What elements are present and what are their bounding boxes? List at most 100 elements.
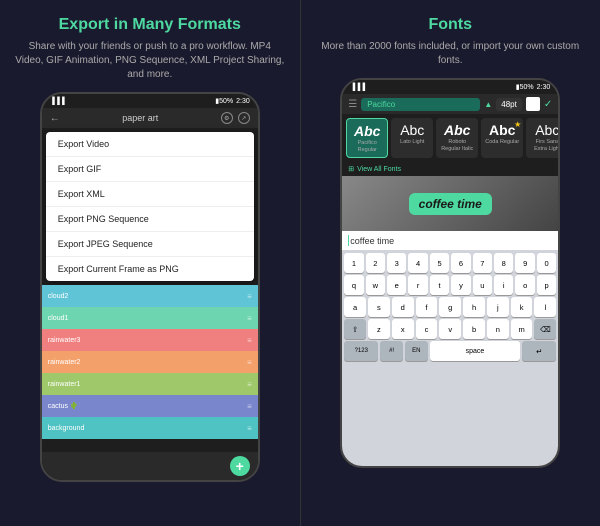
key-6[interactable]: 6 [451,253,470,273]
text-input-area[interactable]: coffee time [342,231,558,250]
layer-rainwater2[interactable]: rainwater2 ≡ [42,351,258,373]
font-up-icon[interactable]: ▲ [484,100,492,109]
key-123[interactable]: ?123 [344,341,378,361]
confirm-icon[interactable]: ✓ [544,99,552,110]
font-label-firs: Firs Sans Extra Light [530,139,558,152]
font-preview-pacifico: Abc [354,123,380,139]
key-w[interactable]: w [366,275,385,295]
font-preview-coda: Abc [489,122,515,138]
key-m[interactable]: m [511,319,533,339]
key-y[interactable]: y [451,275,470,295]
topbar-icons: ⚙ ↗ [221,112,250,124]
font-preview-firs: Abc [535,122,558,138]
add-layer-button[interactable]: + [230,456,250,476]
key-c[interactable]: c [416,319,438,339]
font-card-coda[interactable]: ★ Abc Coda Regular [481,118,523,158]
key-e[interactable]: e [387,275,406,295]
key-r[interactable]: r [408,275,427,295]
export-video[interactable]: Export Video [46,132,254,157]
key-3[interactable]: 3 [387,253,406,273]
export-menu: Export Video Export GIF Export XML Expor… [46,132,254,281]
key-t[interactable]: t [430,275,449,295]
font-topbar: ☰ Pacifico ▲ 48pt ✓ [342,94,558,114]
key-shift[interactable]: ⇧ [344,319,366,339]
key-g[interactable]: g [439,297,461,317]
project-title: paper art [122,113,158,123]
key-x[interactable]: x [392,319,414,339]
right-panel: Fonts More than 2000 fonts included, or … [301,0,600,526]
key-j[interactable]: j [487,297,509,317]
left-status-bar: ▐▐▐ ▮50% 2:30 [42,94,258,108]
key-5[interactable]: 5 [430,253,449,273]
view-all-fonts-label: View All Fonts [357,166,401,173]
layer-cloud1[interactable]: cloud1 ≡ [42,307,258,329]
font-name-display[interactable]: Pacifico [361,98,480,111]
right-time: 2:30 [537,84,551,91]
layer-cactus[interactable]: cactus 🌵 ≡ [42,395,258,417]
export-xml[interactable]: Export XML [46,182,254,207]
right-status-icons: ▮50% 2:30 [516,83,551,91]
font-label-roboto: Roboto Regular Italic [440,139,474,152]
key-1[interactable]: 1 [344,253,363,273]
star-badge: ★ [514,120,521,129]
key-enter[interactable]: ↵ [522,341,556,361]
key-space[interactable]: space [430,341,521,361]
layer-rainwater3[interactable]: rainwater3 ≡ [42,329,258,351]
export-current-frame[interactable]: Export Current Frame as PNG [46,257,254,281]
layer-cloud2[interactable]: cloud2 ≡ [42,285,258,307]
key-s[interactable]: s [368,297,390,317]
preview-area: coffee time [342,176,558,231]
export-gif[interactable]: Export GIF [46,157,254,182]
key-f[interactable]: f [416,297,438,317]
settings-icon[interactable]: ⚙ [221,112,233,124]
key-backspace[interactable]: ⌫ [534,319,556,339]
layer-rainwater1[interactable]: rainwater1 ≡ [42,373,258,395]
key-b[interactable]: b [463,319,485,339]
export-jpeg-seq[interactable]: Export JPEG Sequence [46,232,254,257]
key-q[interactable]: q [344,275,363,295]
key-i[interactable]: i [494,275,513,295]
hamburger-icon[interactable]: ☰ [348,99,357,110]
left-phone-screen: ▐▐▐ ▮50% 2:30 ← paper art ⚙ ↗ Export Vid… [42,94,258,480]
key-l[interactable]: l [534,297,556,317]
font-size-display[interactable]: 48pt [496,98,522,111]
grid-icon: ⊞ [348,165,354,173]
layers-section: cloud2 ≡ cloud1 ≡ rainwater3 ≡ rainwater… [42,285,258,452]
key-special[interactable]: #! [380,341,403,361]
font-label-coda: Coda Regular [485,139,519,146]
key-a[interactable]: a [344,297,366,317]
key-0[interactable]: 0 [537,253,556,273]
left-status-signal: ▐▐▐ [50,98,65,105]
key-4[interactable]: 4 [408,253,427,273]
key-z[interactable]: z [368,319,390,339]
font-card-pacifico[interactable]: Abc Pacifico Regular [346,118,388,158]
key-u[interactable]: u [473,275,492,295]
key-8[interactable]: 8 [494,253,513,273]
key-lang[interactable]: EN [405,341,428,361]
back-arrow-icon[interactable]: ← [50,113,60,124]
fonts-row: Abc Pacifico Regular Abc Lato Light Abc … [342,114,558,162]
font-card-roboto[interactable]: Abc Roboto Regular Italic [436,118,478,158]
key-d[interactable]: d [392,297,414,317]
key-o[interactable]: o [515,275,534,295]
font-card-firs[interactable]: Abc Firs Sans Extra Light [526,118,558,158]
cursor-line [348,235,349,246]
key-2[interactable]: 2 [366,253,385,273]
key-n[interactable]: n [487,319,509,339]
export-png-seq[interactable]: Export PNG Sequence [46,207,254,232]
left-panel-title: Export in Many Formats [59,16,241,34]
key-p[interactable]: p [537,275,556,295]
key-7[interactable]: 7 [473,253,492,273]
share-icon[interactable]: ↗ [238,112,250,124]
layer-background[interactable]: background ≡ [42,417,258,439]
left-time: 2:30 [236,98,250,105]
font-color-swatch[interactable] [526,97,540,111]
font-card-lato[interactable]: Abc Lato Light [391,118,433,158]
key-h[interactable]: h [463,297,485,317]
key-9[interactable]: 9 [515,253,534,273]
key-v[interactable]: v [439,319,461,339]
key-k[interactable]: k [511,297,533,317]
keyboard-row-zxcv: ⇧ z x c v b n m ⌫ [344,319,556,339]
view-all-fonts-row[interactable]: ⊞ View All Fonts [342,162,558,176]
font-label-lato: Lato Light [400,139,424,146]
